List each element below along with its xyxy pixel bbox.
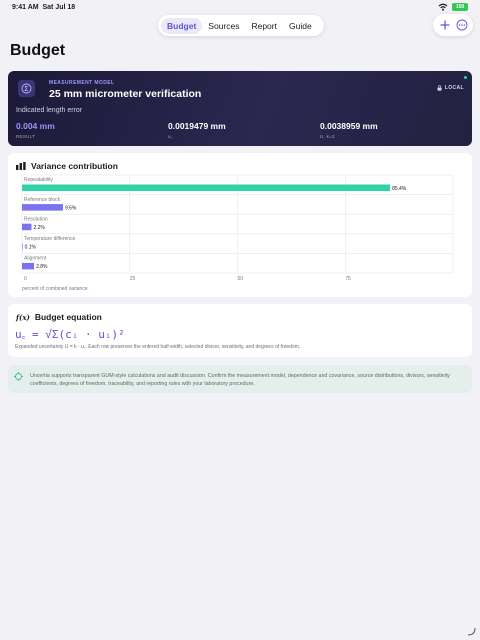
variance-chart: Repeatability 85.4% Reference block 9.5% Res… — [21, 174, 454, 292]
bar-4 — [22, 262, 35, 270]
equation-note: Expanded uncertainty U = k · u꜀. Each ro… — [15, 344, 301, 350]
equation-title-text: Budget equation — [34, 312, 102, 322]
measurement-model-card[interactable]: MEASUREMENT MODEL 25 mm micrometer verif… — [8, 71, 472, 146]
status-date-text: Sat Jul 18 — [42, 4, 76, 11]
bar-category-label: Reference block — [24, 197, 61, 203]
more-button[interactable] — [455, 18, 469, 32]
hero-subtitle: Indicated length error — [16, 107, 83, 114]
metric-combined-label: u꜀ — [168, 134, 173, 139]
bar-category-label: Temperature difference — [24, 236, 76, 242]
metric-expanded: 0.0038959 mm U, k=2 — [320, 121, 378, 139]
sigma-circle-icon — [21, 83, 32, 94]
wifi-icon — [438, 3, 448, 11]
hero-title: 25 mm micrometer verification — [49, 88, 202, 100]
x-tick-label: 50 — [238, 276, 244, 282]
resize-handle-icon[interactable] — [466, 626, 476, 636]
bar-1 — [22, 204, 63, 211]
plus-icon — [439, 20, 450, 30]
bar-value-label: 85.4% — [392, 186, 407, 192]
x-tick-label: 25 — [130, 276, 136, 282]
status-dot — [464, 76, 467, 79]
info-text: Uncertia supports transparent GUM-style … — [30, 373, 450, 387]
hero-kicker: MEASUREMENT MODEL — [49, 80, 115, 86]
tab-guide[interactable]: Guide — [283, 18, 318, 34]
metric-combined: 0.0019479 mm u꜀ — [168, 121, 226, 140]
model-icon — [18, 80, 35, 97]
x-axis-label: percent of combined variance — [22, 286, 88, 292]
bar-category-label: Repeatability — [24, 177, 53, 183]
x-tick-label: 0 — [24, 276, 27, 282]
add-button[interactable] — [438, 18, 452, 32]
variance-card: Variance contribution Repeatability 85.4%… — [8, 153, 472, 297]
lock-icon — [437, 85, 442, 91]
bar-value-label: 2.2% — [33, 225, 45, 231]
bar-category-label: Alignment — [24, 256, 47, 262]
equation-card: f(x) Budget equation u꜀ = √Σ(cᵢ · uᵢ)² E… — [8, 304, 472, 357]
metric-result-label: RESULT — [16, 134, 36, 139]
equation-title: f(x) Budget equation — [16, 312, 102, 322]
metric-expanded-label: U, k=2 — [320, 134, 335, 139]
metric-combined-value: 0.0019479 mm — [168, 121, 226, 131]
tab-budget[interactable]: Budget — [161, 17, 203, 34]
tab-bar: Budget Sources Report Guide — [158, 15, 324, 36]
function-icon: f(x) — [16, 312, 30, 322]
info-banner: Uncertia supports transparent GUM-style … — [8, 365, 472, 393]
target-icon — [14, 372, 23, 381]
bar-value-label: 9.5% — [65, 205, 77, 211]
status-bar: 9:41 AM Sat Jul 18 100 — [0, 0, 480, 16]
bar-value-label: 0.1% — [25, 245, 37, 251]
bar-0 — [22, 184, 391, 191]
battery-level: 100 — [455, 4, 465, 10]
tab-sources[interactable]: Sources — [202, 18, 245, 34]
toolbar-actions — [433, 14, 473, 36]
battery-icon: 100 — [452, 3, 468, 11]
page-title: Budget — [10, 42, 66, 59]
badge-label: LOCAL — [444, 85, 464, 91]
metric-result: 0.004 mm RESULT — [16, 121, 55, 139]
status-time: 9:41 AM Sat Jul 18 — [12, 4, 75, 11]
more-icon — [456, 19, 467, 31]
equation-formula: u꜀ = √Σ(cᵢ · uᵢ)² — [15, 328, 125, 341]
bar-3 — [22, 243, 23, 250]
x-tick-label: 75 — [345, 276, 351, 282]
local-badge: LOCAL — [437, 85, 464, 91]
bar-category-label: Resolution — [24, 216, 48, 222]
metric-result-value: 0.004 mm — [16, 121, 55, 131]
status-time-text: 9:41 AM — [12, 4, 39, 11]
tab-report[interactable]: Report — [245, 18, 283, 34]
metric-expanded-value: 0.0038959 mm — [320, 121, 378, 131]
status-indicators: 100 — [438, 3, 468, 11]
bar-value-label: 2.8% — [36, 264, 48, 270]
bar-2 — [22, 223, 32, 231]
